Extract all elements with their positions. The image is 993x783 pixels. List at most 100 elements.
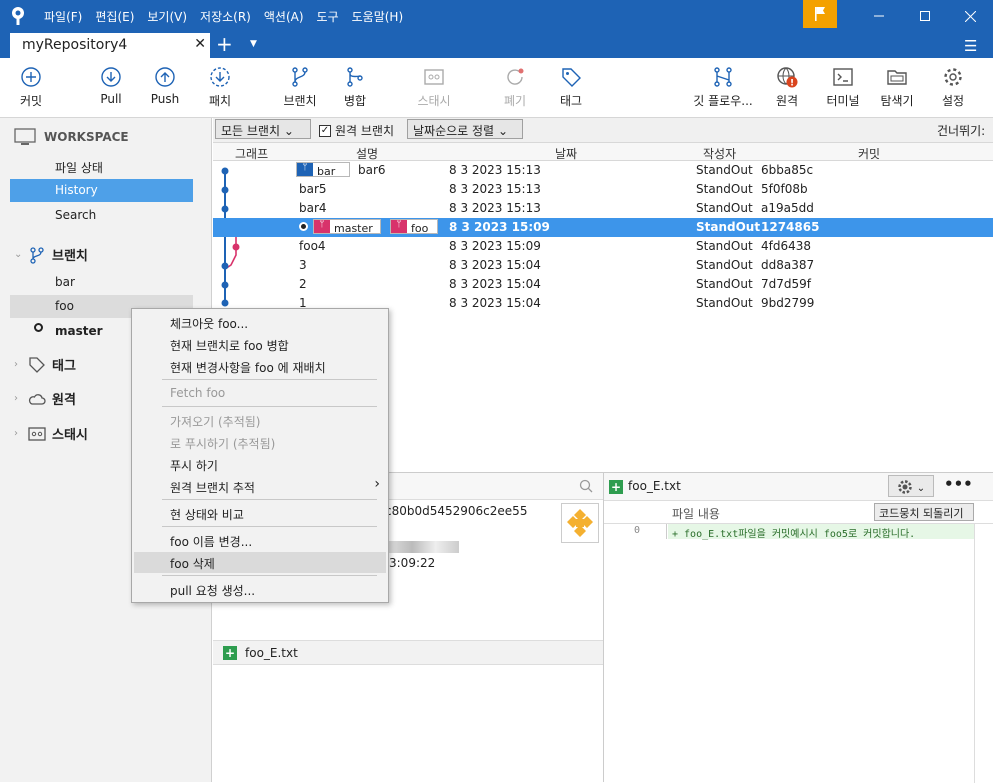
settings-button[interactable]: 설정 bbox=[938, 66, 968, 109]
table-row[interactable]: 2 8 3 2023 15:04 StandOut 7d7d59f bbox=[213, 275, 993, 294]
all-branches-dropdown[interactable]: 모든 브랜치 ⌄ bbox=[215, 119, 311, 139]
explorer-label: 탐색기 bbox=[880, 94, 914, 108]
pull-button[interactable]: Pull bbox=[96, 66, 126, 106]
menu-item-diff-against-current[interactable]: 현 상태와 비교 bbox=[134, 503, 386, 524]
sidebar-branch-bar[interactable]: bar bbox=[10, 271, 193, 294]
branch-tag-foo: ᛘ foo bbox=[390, 219, 438, 235]
changed-file-row[interactable]: + foo_E.txt bbox=[213, 640, 603, 665]
gitflow-icon bbox=[714, 67, 732, 87]
hunk-label: 파일 내용 bbox=[672, 507, 720, 521]
search-icon[interactable] bbox=[579, 479, 593, 493]
menu-item-delete[interactable]: foo 삭제 bbox=[134, 552, 386, 573]
line-number: 0 bbox=[634, 525, 641, 536]
menu-item-rename[interactable]: foo 이름 변경... bbox=[134, 530, 386, 551]
table-row[interactable]: bar5 8 3 2023 15:13 StandOut 5f0f08b bbox=[213, 180, 993, 199]
skip-label: 건너뛰기: bbox=[937, 124, 986, 138]
col-commit[interactable]: 커밋 bbox=[858, 145, 880, 162]
sidebar-item-file-status[interactable]: 파일 상태 bbox=[10, 155, 193, 178]
sidebar-section-stashes[interactable]: › 스태시 bbox=[14, 424, 88, 443]
branch-context-menu: 체크아웃 foo... 현재 브랜치로 foo 병합 현재 변경사항을 foo … bbox=[131, 308, 389, 603]
chevron-down-icon: ⌄ bbox=[283, 124, 294, 138]
menu-item-track-remote[interactable]: 원격 브랜치 추적 › bbox=[134, 476, 386, 497]
menu-item-rebase[interactable]: 현재 변경사항을 foo 에 재배치 bbox=[134, 356, 386, 377]
added-file-icon: + bbox=[609, 480, 623, 494]
menu-view[interactable]: 보기(V) bbox=[147, 8, 187, 25]
sidebar-item-history[interactable]: History bbox=[10, 179, 193, 202]
sidebar-section-remotes[interactable]: › 원격 bbox=[14, 389, 76, 408]
pull-label: Pull bbox=[100, 92, 122, 106]
explorer-button[interactable]: 탐색기 bbox=[878, 66, 916, 109]
col-description[interactable]: 설명 bbox=[356, 145, 378, 162]
sidebar-section-branches[interactable]: ⌄ 브랜치 bbox=[14, 245, 88, 264]
minimize-button[interactable] bbox=[856, 0, 902, 32]
col-author[interactable]: 작성자 bbox=[703, 145, 736, 162]
diff-file-name: foo_E.txt bbox=[628, 479, 681, 493]
checkbox-checked-icon[interactable]: ✓ bbox=[319, 124, 331, 137]
commit-button[interactable]: 커밋 bbox=[14, 66, 48, 109]
menu-help[interactable]: 도움말(H) bbox=[352, 8, 404, 25]
hamburger-menu-icon[interactable]: ☰ bbox=[964, 37, 977, 55]
menu-separator bbox=[162, 406, 377, 407]
discard-button[interactable]: 폐기 bbox=[500, 66, 530, 109]
remote-branches-toggle[interactable]: ✓ 원격 브랜치 bbox=[319, 122, 394, 139]
table-row[interactable]: foo4 8 3 2023 15:09 StandOut 4fd6438 bbox=[213, 237, 993, 256]
sidebar-item-search[interactable]: Search bbox=[10, 204, 193, 227]
table-row-selected[interactable]: ᛘ master ᛘ foo 8 3 2023 15:09 StandOut 127… bbox=[213, 218, 993, 237]
push-button[interactable]: Push bbox=[150, 66, 180, 106]
menu-item-fetch: Fetch foo bbox=[170, 386, 226, 400]
menu-tools[interactable]: 도구 bbox=[317, 8, 339, 25]
menu-item-push[interactable]: 푸시 하기 bbox=[134, 454, 386, 475]
table-row[interactable]: bar4 8 3 2023 15:13 StandOut a19a5dd bbox=[213, 199, 993, 218]
commit-icon bbox=[21, 67, 41, 87]
tab-dropdown-icon[interactable]: ▼ bbox=[250, 39, 257, 49]
fetch-button[interactable]: 패치 bbox=[206, 66, 234, 109]
tag-button[interactable]: 태그 bbox=[556, 66, 586, 109]
menu-item-checkout[interactable]: 체크아웃 foo... bbox=[134, 312, 386, 333]
col-date[interactable]: 날짜 bbox=[555, 145, 577, 162]
revert-hunk-button[interactable]: 코드뭉치 되돌리기 bbox=[874, 503, 974, 521]
branch-icon bbox=[292, 67, 308, 87]
menu-bar: 파일(F) 편집(E) 보기(V) 저장소(R) 액션(A) 도구 도움말(H) bbox=[44, 0, 416, 32]
tab-close-icon[interactable]: ✕ bbox=[194, 36, 206, 52]
menu-repository[interactable]: 저장소(R) bbox=[200, 8, 251, 25]
filter-bar: 모든 브랜치 ⌄ ✓ 원격 브랜치 날짜순으로 정렬 ⌄ 건너뛰기: bbox=[213, 118, 993, 142]
discard-icon bbox=[507, 68, 524, 85]
terminal-button[interactable]: 터미널 bbox=[824, 66, 862, 109]
avatar bbox=[561, 503, 599, 543]
workspace-header: WORKSPACE bbox=[14, 128, 129, 146]
more-options-icon[interactable]: ••• bbox=[944, 475, 973, 493]
menu-file[interactable]: 파일(F) bbox=[44, 8, 82, 25]
menu-separator bbox=[162, 379, 377, 380]
globe-icon: ! bbox=[777, 67, 798, 88]
menu-item-create-pull-request[interactable]: pull 요청 생성... bbox=[134, 579, 386, 600]
sort-dropdown[interactable]: 날짜순으로 정렬 ⌄ bbox=[407, 119, 523, 139]
new-tab-icon[interactable]: + bbox=[216, 32, 233, 56]
chevron-down-icon: ⌄ bbox=[14, 249, 23, 260]
menu-item-merge[interactable]: 현재 브랜치로 foo 병합 bbox=[134, 334, 386, 355]
sidebar-section-tags[interactable]: › 태그 bbox=[14, 355, 76, 374]
branch-icon: ᛘ bbox=[314, 220, 330, 233]
menu-actions[interactable]: 액션(A) bbox=[264, 8, 304, 25]
stash-button[interactable]: 스태시 bbox=[414, 66, 454, 109]
commit-hash-text: c80b0d5452906c2ee55 bbox=[385, 504, 528, 518]
diff-options-button[interactable]: ⌄ bbox=[888, 475, 934, 497]
menu-edit[interactable]: 편집(E) bbox=[95, 8, 134, 25]
table-row[interactable]: 3 8 3 2023 15:04 StandOut dd8a387 bbox=[213, 256, 993, 275]
tab-repository[interactable]: myRepository4 ✕ bbox=[10, 33, 210, 58]
diff-panel: + foo_E.txt ⌄ ••• 파일 내용 코드뭉치 되돌리기 0 + fo… bbox=[603, 472, 993, 783]
branch-button[interactable]: 브랜치 bbox=[280, 66, 320, 109]
notification-flag-button[interactable] bbox=[803, 0, 837, 28]
branch-tag-bar: ᛘ bar bbox=[296, 162, 350, 178]
close-window-button[interactable] bbox=[947, 0, 993, 32]
merge-button[interactable]: 병합 bbox=[340, 66, 370, 109]
gitflow-label: 깃 플로우... bbox=[693, 94, 753, 108]
gitflow-button[interactable]: 깃 플로우... bbox=[690, 66, 756, 109]
remote-button[interactable]: ! 원격 bbox=[772, 66, 802, 109]
pull-icon bbox=[101, 67, 121, 87]
maximize-button[interactable] bbox=[902, 0, 948, 32]
table-row[interactable]: ᛘ bar bar6 8 3 2023 15:13 StandOut 6bba85… bbox=[213, 161, 993, 180]
push-icon bbox=[155, 67, 175, 87]
tab-title: myRepository4 bbox=[22, 37, 128, 53]
col-graph[interactable]: 그래프 bbox=[235, 145, 268, 162]
menu-separator bbox=[162, 499, 377, 500]
